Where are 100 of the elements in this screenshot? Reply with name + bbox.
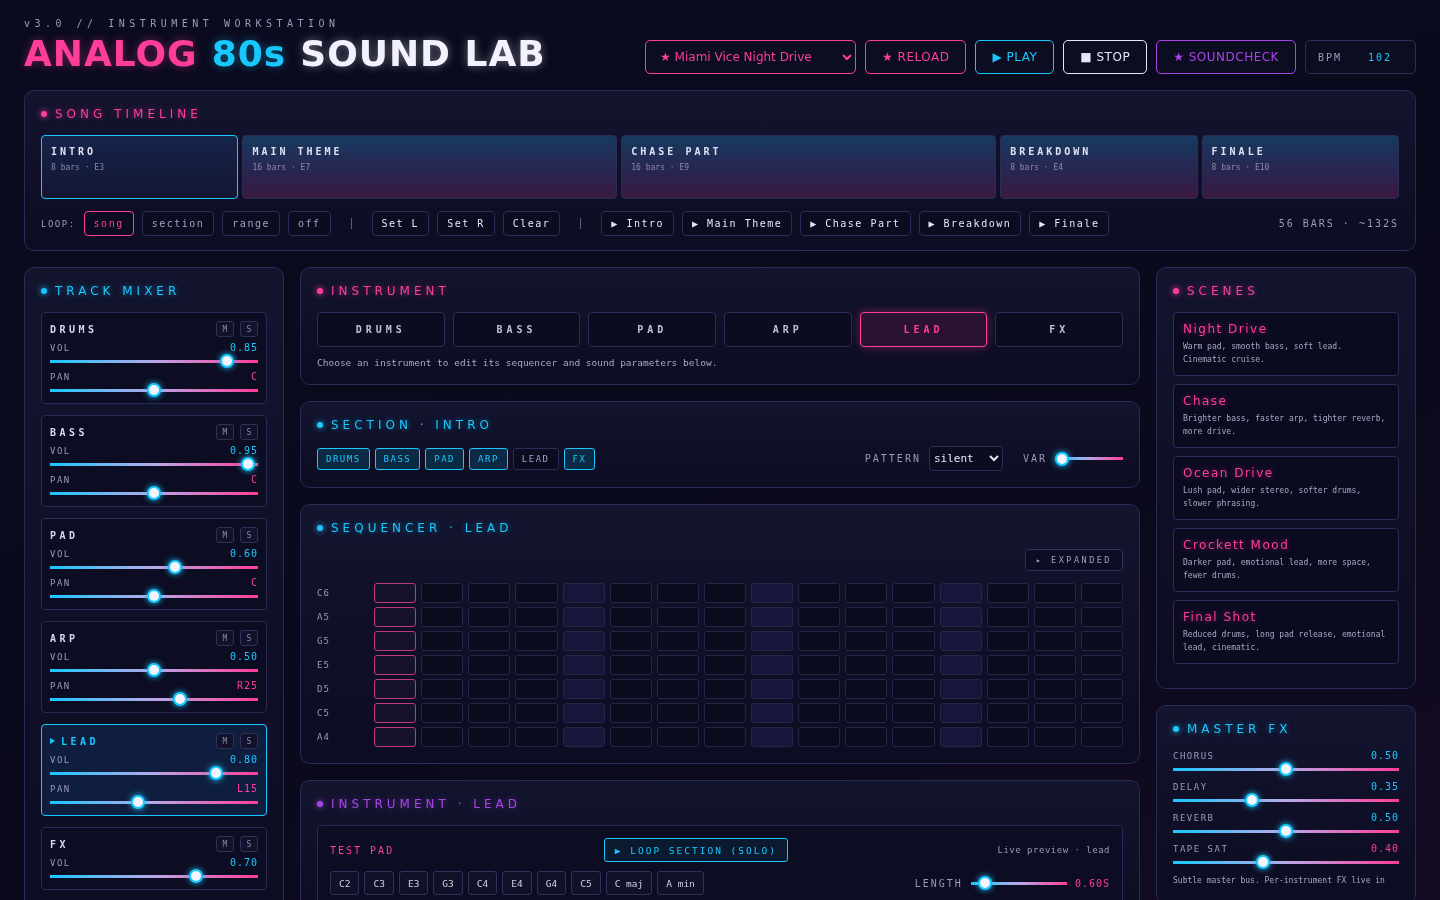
slider-handle[interactable] [147, 663, 161, 677]
step-cell[interactable] [845, 727, 888, 747]
step-cell[interactable] [892, 679, 935, 699]
step-cell[interactable] [1080, 631, 1123, 651]
transport-button[interactable]: ★ SOUNDCHECK [1156, 40, 1296, 74]
track-strip[interactable]: BASS M S VOL 0.95 PAN C [41, 415, 267, 507]
note-key[interactable]: A min [657, 871, 704, 895]
transport-button[interactable]: ★ RELOAD [865, 40, 967, 74]
track-toggle[interactable]: BASS [374, 447, 421, 470]
step-cell[interactable] [703, 631, 746, 651]
step-cell[interactable] [939, 703, 982, 723]
range-button[interactable]: Set L [371, 211, 430, 236]
step-cell[interactable] [515, 631, 558, 651]
slider-handle[interactable] [1054, 451, 1069, 466]
slider-handle[interactable] [173, 692, 187, 706]
step-cell[interactable] [421, 631, 464, 651]
step-cell[interactable] [892, 703, 935, 723]
step-cell[interactable] [656, 703, 699, 723]
slider-handle[interactable] [1279, 824, 1293, 838]
step-cell[interactable] [892, 631, 935, 651]
step-cell[interactable] [515, 583, 558, 603]
step-cell[interactable] [1033, 655, 1076, 675]
step-cell[interactable] [468, 631, 511, 651]
instrument-tab[interactable]: ARP [724, 312, 852, 347]
step-cell[interactable] [609, 607, 652, 627]
step-cell[interactable] [468, 727, 511, 747]
step-cell[interactable] [751, 583, 794, 603]
mute-button[interactable]: M [216, 321, 234, 337]
step-cell[interactable] [939, 631, 982, 651]
step-cell[interactable] [1033, 679, 1076, 699]
step-cell[interactable] [374, 655, 417, 675]
step-cell[interactable] [609, 679, 652, 699]
instrument-tab[interactable]: PAD [588, 312, 716, 347]
step-cell[interactable] [845, 583, 888, 603]
slider-handle[interactable] [1256, 855, 1271, 869]
step-cell[interactable] [751, 607, 794, 627]
step-cell[interactable] [515, 703, 558, 723]
step-cell[interactable] [609, 655, 652, 675]
note-key[interactable]: C maj [605, 871, 653, 895]
step-cell[interactable] [1033, 607, 1076, 627]
step-cell[interactable] [751, 679, 794, 699]
step-cell[interactable] [656, 727, 699, 747]
mute-button[interactable]: M [216, 630, 234, 646]
step-cell[interactable] [562, 727, 605, 747]
loop-option[interactable]: off [287, 211, 331, 236]
jump-button[interactable]: ▶ Chase Part [800, 211, 911, 236]
solo-button[interactable]: S [240, 527, 258, 543]
solo-button[interactable]: S [240, 424, 258, 440]
track-toggle[interactable]: FX [563, 447, 596, 470]
step-cell[interactable] [939, 607, 982, 627]
instrument-tab[interactable]: LEAD [859, 312, 988, 347]
step-cell[interactable] [1033, 583, 1076, 603]
step-cell[interactable] [421, 655, 464, 675]
step-cell[interactable] [374, 727, 417, 747]
step-cell[interactable] [421, 583, 464, 603]
step-cell[interactable] [421, 607, 464, 627]
solo-button[interactable]: S [240, 630, 258, 646]
bpm-field[interactable]: BPM 102 [1305, 40, 1416, 74]
track-strip[interactable]: LEAD M S VOL 0.80 PAN L15 [41, 724, 267, 816]
pattern-select[interactable]: silent [928, 446, 1003, 471]
view-toggle[interactable]: ▸ EXPANDED [1024, 549, 1123, 571]
loop-option[interactable]: range [222, 211, 280, 236]
solo-button[interactable]: S [240, 321, 258, 337]
solo-button[interactable]: S [240, 733, 258, 749]
step-cell[interactable] [703, 727, 746, 747]
step-cell[interactable] [1080, 655, 1123, 675]
note-key[interactable]: G4 [536, 871, 567, 895]
step-cell[interactable] [892, 583, 935, 603]
step-cell[interactable] [845, 703, 888, 723]
step-cell[interactable] [703, 607, 746, 627]
track-toggle[interactable]: LEAD [512, 447, 559, 470]
step-cell[interactable] [986, 727, 1029, 747]
step-cell[interactable] [845, 631, 888, 651]
step-cell[interactable] [1033, 703, 1076, 723]
step-cell[interactable] [515, 607, 558, 627]
solo-button[interactable]: S [240, 836, 258, 852]
note-key[interactable]: E4 [502, 871, 532, 895]
step-cell[interactable] [1033, 727, 1076, 747]
range-button[interactable]: Set R [437, 211, 495, 236]
slider-handle[interactable] [240, 457, 255, 471]
step-cell[interactable] [421, 727, 464, 747]
step-cell[interactable] [468, 583, 511, 603]
instrument-tab[interactable]: FX [995, 312, 1123, 347]
instrument-tab[interactable]: BASS [452, 312, 581, 347]
step-cell[interactable] [562, 679, 605, 699]
step-cell[interactable] [1080, 607, 1123, 627]
step-cell[interactable] [798, 727, 841, 747]
step-cell[interactable] [798, 655, 841, 675]
step-cell[interactable] [515, 679, 558, 699]
track-toggle[interactable]: ARP [469, 447, 508, 470]
note-key[interactable]: C4 [467, 871, 498, 895]
step-cell[interactable] [656, 607, 699, 627]
step-cell[interactable] [609, 727, 652, 747]
step-cell[interactable] [703, 679, 746, 699]
step-cell[interactable] [421, 679, 464, 699]
slider-handle[interactable] [167, 560, 182, 574]
step-cell[interactable] [1080, 679, 1123, 699]
note-key[interactable]: C3 [364, 871, 394, 895]
jump-button[interactable]: ▶ Breakdown [918, 211, 1022, 236]
slider-handle[interactable] [209, 766, 224, 780]
